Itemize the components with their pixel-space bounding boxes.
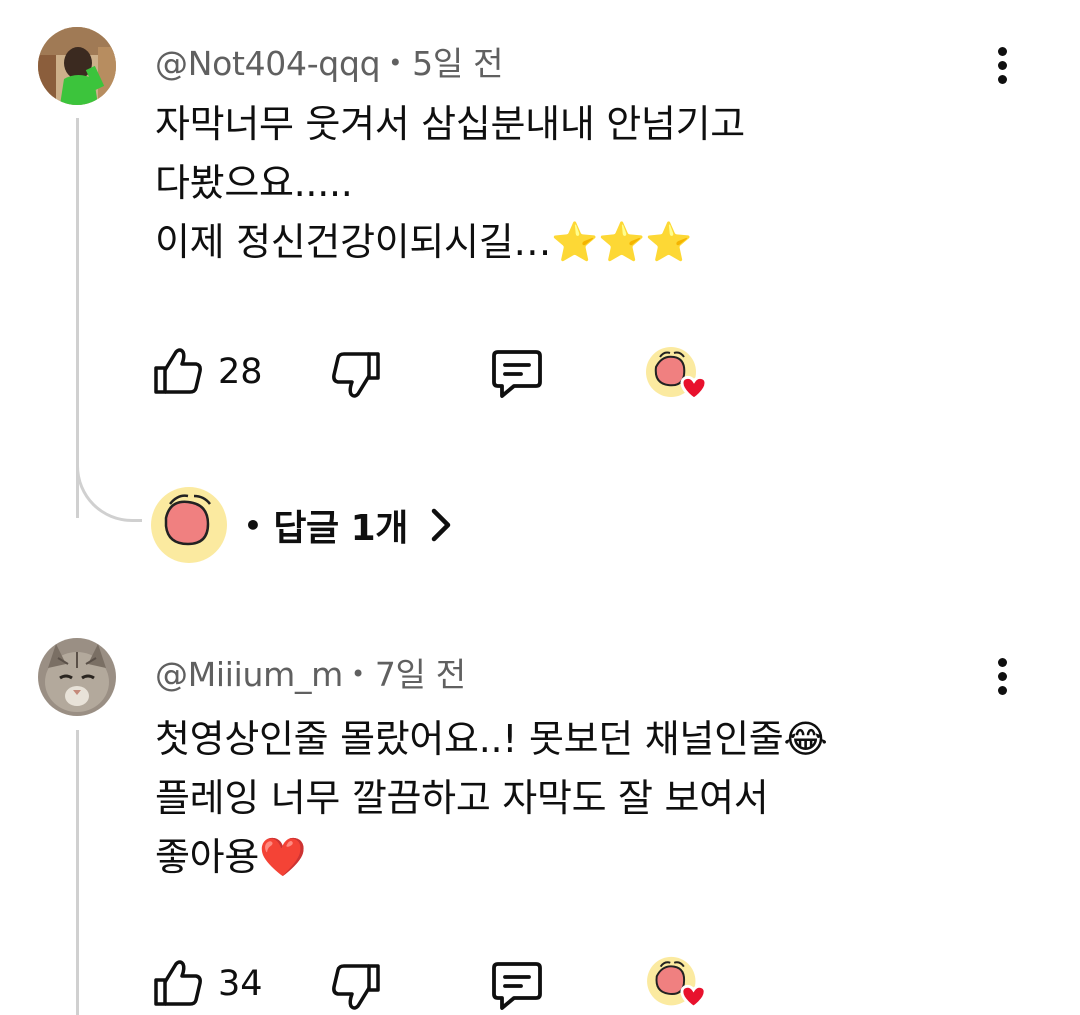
comment-time: 7일 전 bbox=[374, 655, 466, 694]
view-replies-button[interactable]: • 답글 1개 bbox=[244, 500, 456, 550]
avatar-image bbox=[38, 638, 116, 716]
replies-label: 답글 1개 bbox=[273, 508, 408, 549]
meta-separator: • bbox=[351, 660, 365, 688]
author-name[interactable]: @Miiium_m bbox=[155, 655, 343, 694]
chevron-right-icon bbox=[431, 508, 451, 542]
replies-separator: • bbox=[244, 508, 262, 542]
avatar[interactable] bbox=[38, 27, 116, 105]
creator-heart-icon bbox=[647, 956, 707, 1010]
comment-line: 자막너무 웃겨서 삼십분내내 안넘기고 bbox=[155, 102, 745, 146]
comment-line: 플레잉 너무 깔끔하고 자막도 잘 보여서 bbox=[155, 776, 769, 820]
like-count: 34 bbox=[218, 964, 263, 1004]
thumbs-up-icon[interactable] bbox=[152, 958, 204, 1008]
thread-line bbox=[76, 730, 79, 1015]
comment-line: 첫영상인줄 몰랐어요..! 못보던 채널인줄😂 bbox=[155, 717, 828, 761]
like-count: 28 bbox=[218, 352, 263, 392]
author-name[interactable]: @Not404-qqq bbox=[155, 44, 381, 83]
thread-line bbox=[76, 118, 79, 518]
comment-meta: @Not404-qqq • 5일 전 bbox=[155, 37, 503, 85]
comment-line: 다봤으요..... bbox=[155, 161, 353, 205]
comment-text: 첫영상인줄 몰랐어요..! 못보던 채널인줄😂 플레잉 너무 깔끔하고 자막도 … bbox=[155, 710, 828, 887]
comment-icon[interactable] bbox=[490, 348, 544, 400]
more-vertical-icon[interactable] bbox=[996, 47, 1008, 87]
thumbs-down-icon[interactable] bbox=[330, 962, 382, 1012]
thumbs-down-icon[interactable] bbox=[330, 350, 382, 400]
comment-icon[interactable] bbox=[490, 960, 544, 1012]
thread-line-curve bbox=[76, 460, 142, 522]
comment-text: 자막너무 웃겨서 삼십분내내 안넘기고 다봤으요..... 이제 정신건강이되시… bbox=[155, 95, 745, 272]
avatar[interactable] bbox=[38, 638, 116, 716]
avatar-image bbox=[38, 27, 116, 105]
more-vertical-icon[interactable] bbox=[996, 658, 1008, 698]
thumbs-up-icon[interactable] bbox=[152, 346, 204, 396]
meta-separator: • bbox=[388, 49, 403, 77]
creator-avatar[interactable] bbox=[150, 486, 228, 564]
comment-time: 5일 전 bbox=[412, 44, 504, 83]
comment-line: 이제 정신건강이되시길…⭐⭐⭐ bbox=[155, 220, 693, 264]
comment-line: 좋아용❤️ bbox=[155, 835, 306, 879]
comment-meta: @Miiium_m • 7일 전 bbox=[155, 648, 466, 696]
creator-heart-icon bbox=[646, 347, 708, 401]
